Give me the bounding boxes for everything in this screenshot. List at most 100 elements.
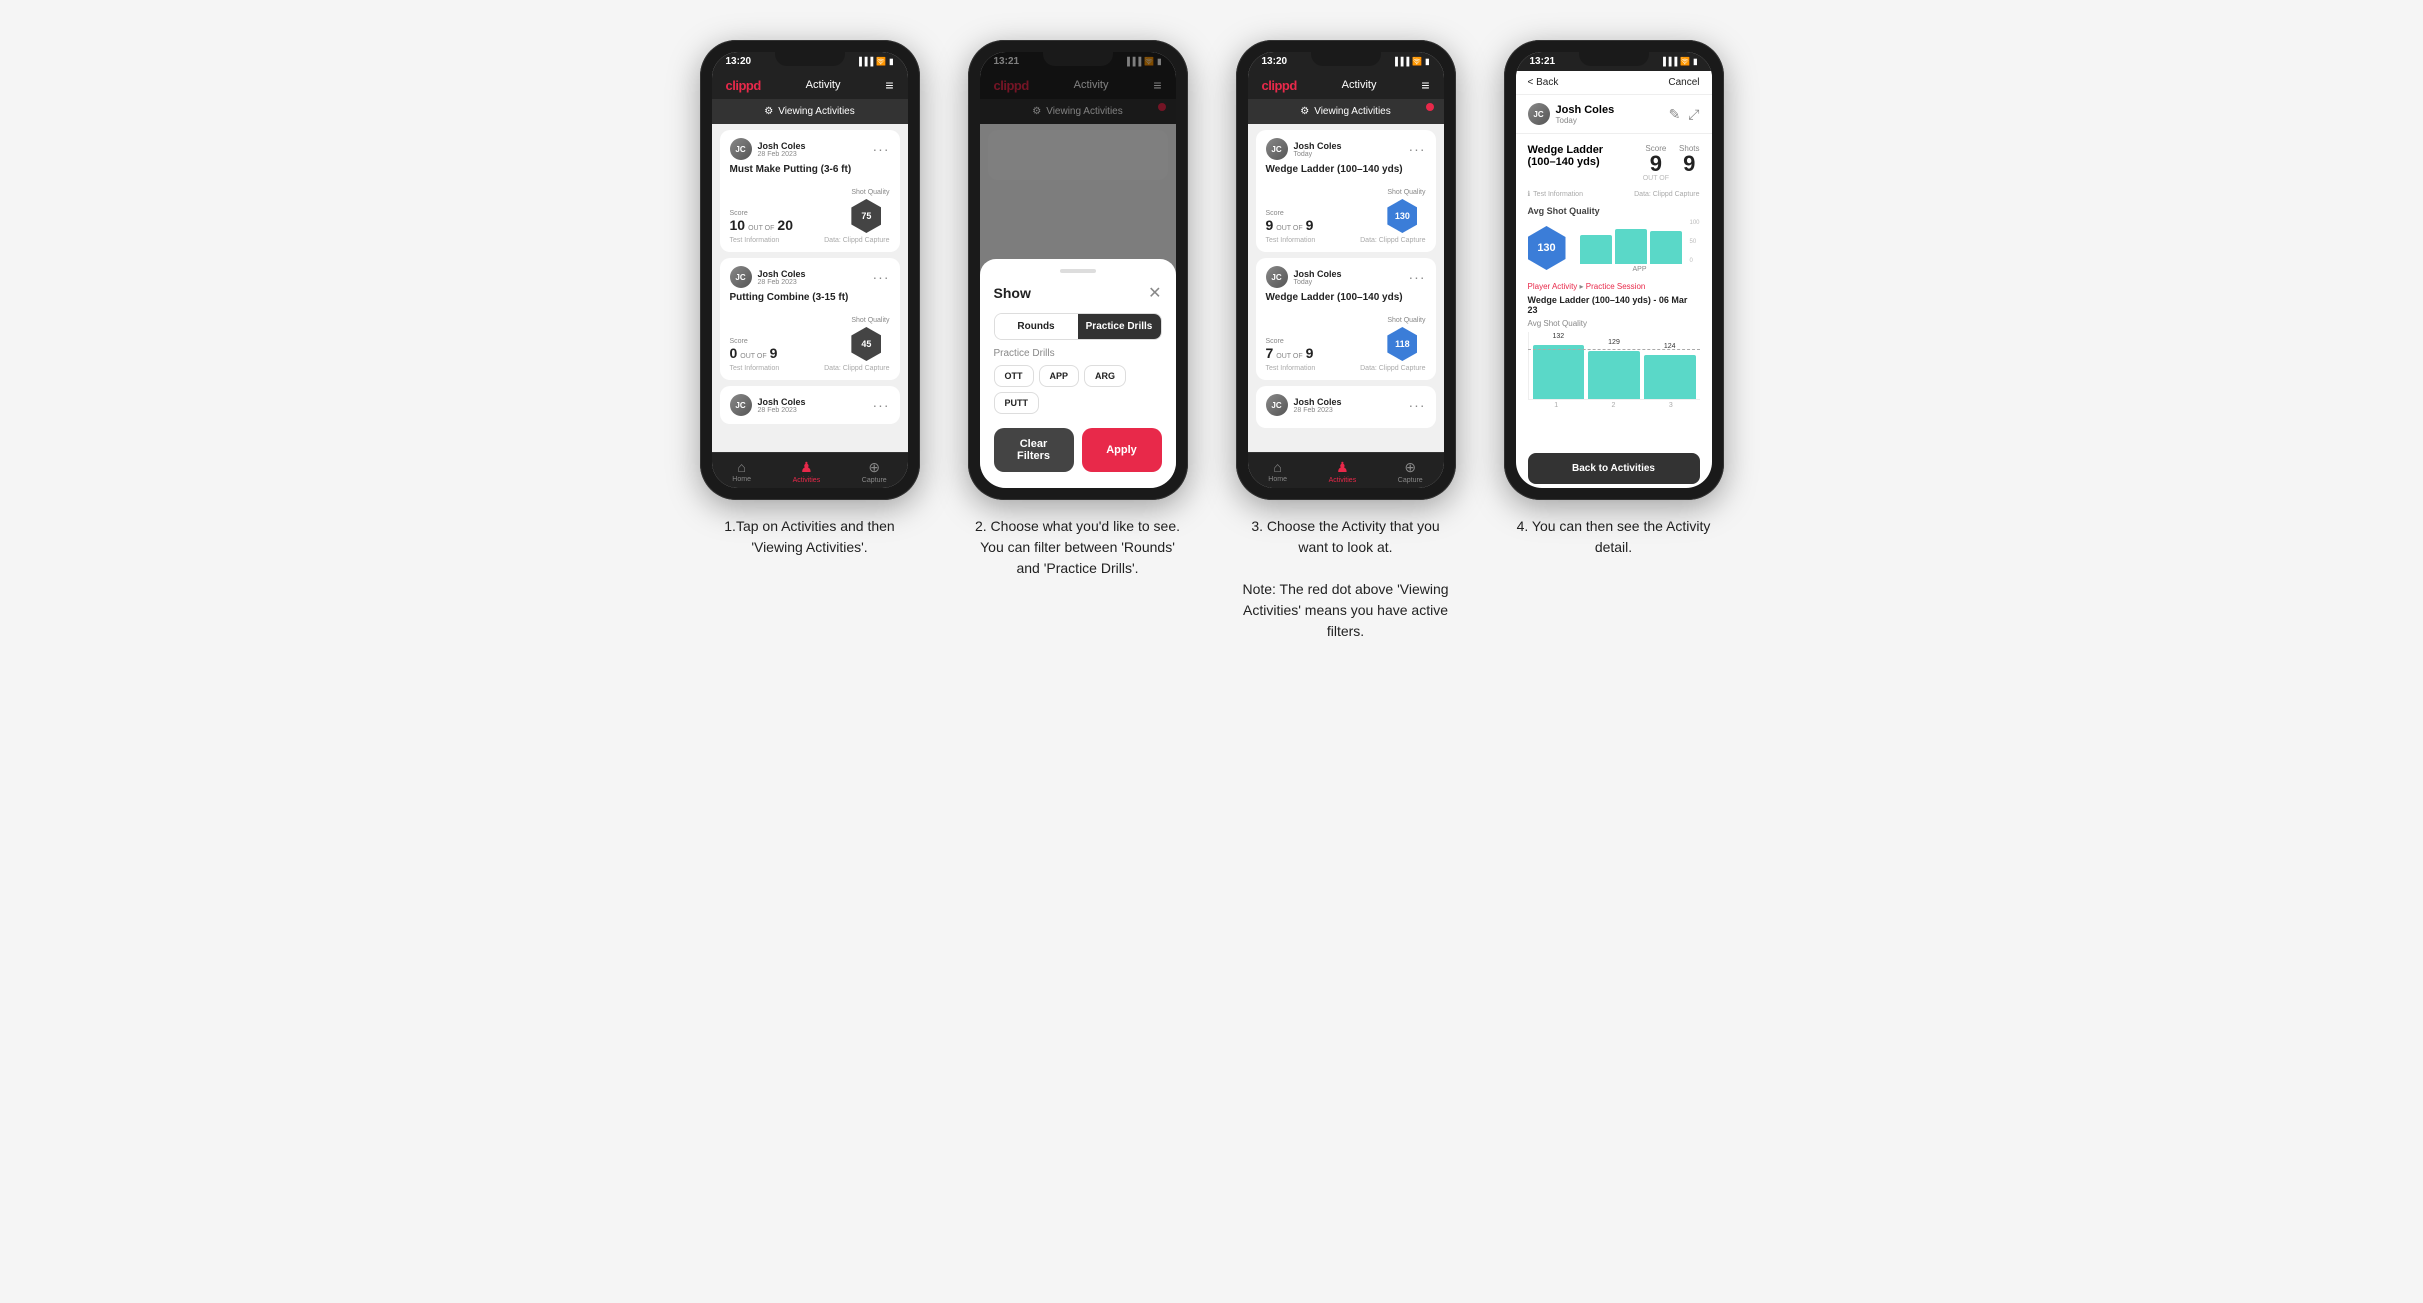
nav-home-1[interactable]: ⌂ Home [732, 459, 751, 484]
signal-icon-3: ▐▐▐ [1392, 57, 1409, 66]
back-btn-4[interactable]: < Back [1528, 77, 1559, 88]
chart-y-axis-4: 100 50 0 [1689, 220, 1699, 264]
card-header-1-2: JC Josh Coles 28 Feb 2023 ··· [730, 266, 890, 288]
card-footer-1-1: Test Information Data: Clippd Capture [730, 237, 890, 244]
card-stats-1-2: Score 0 OUT OF 9 Shot Quality 4 [730, 309, 890, 361]
card-3-1[interactable]: JC Josh Coles Today ··· Wedge Ladder (10… [1256, 130, 1436, 252]
caption-1: 1.Tap on Activities and then 'Viewing Ac… [700, 516, 920, 558]
sq-badge-1-1: 75 [851, 199, 881, 233]
home-icon-1: ⌂ [737, 459, 745, 475]
card-title-1-1: Must Make Putting (3-6 ft) [730, 164, 890, 175]
chart-bar-4-2 [1615, 229, 1647, 264]
phone-col-4: 13:21 ▐▐▐ 🛜 ▮ < Back Cancel J [1494, 40, 1734, 558]
status-icons-4: ▐▐▐ 🛜 ▮ [1660, 57, 1697, 66]
detail-drill-name-4: Wedge Ladder (100–140 yds) [1528, 144, 1628, 168]
viewing-activities-bar-3[interactable]: ⚙ Viewing Activities [1248, 99, 1444, 124]
phone-col-3: 13:20 ▐▐▐ 🛜 ▮ clippd Activity ≡ ⚙ [1226, 40, 1466, 642]
chip-ott-2[interactable]: OTT [994, 365, 1034, 387]
user-info-3-2: Josh Coles Today [1294, 269, 1342, 286]
practice-btn-2[interactable]: Practice Drills [1078, 314, 1161, 339]
notch-4 [1579, 52, 1649, 66]
card-dots-3-3[interactable]: ··· [1409, 397, 1426, 413]
cancel-btn-4[interactable]: Cancel [1668, 77, 1699, 88]
detail-title-row-4: Wedge Ladder (100–140 yds) Score 9 OUT O… [1528, 144, 1700, 182]
clear-filters-btn-2[interactable]: Clear Filters [994, 428, 1074, 472]
apply-btn-2[interactable]: Apply [1082, 428, 1162, 472]
card-1-3[interactable]: JC Josh Coles 28 Feb 2023 ··· [720, 386, 900, 424]
nav-activities-1[interactable]: ♟ Activities [793, 459, 821, 484]
avatar-1-3: JC [730, 394, 752, 416]
chip-arg-2[interactable]: ARG [1084, 365, 1126, 387]
filter-close-btn-2[interactable]: ✕ [1148, 283, 1161, 303]
chart-bar-4-1 [1580, 235, 1612, 264]
nav-capture-3[interactable]: ⊕ Capture [1398, 459, 1423, 484]
nav-activities-3[interactable]: ♟ Activities [1329, 459, 1357, 484]
content-area-3: JC Josh Coles Today ··· Wedge Ladder (10… [1248, 124, 1444, 452]
battery-icon-1: ▮ [889, 57, 893, 66]
drill-sub-header-4: Wedge Ladder (100–140 yds) - 06 Mar 23 [1528, 295, 1700, 315]
avatar-1-2: JC [730, 266, 752, 288]
chart-bar-4-3 [1650, 231, 1682, 264]
card-1-2[interactable]: JC Josh Coles 28 Feb 2023 ··· Putting Co… [720, 258, 900, 380]
phone-shell-2: 13:21 ▐▐▐ 🛜 ▮ clippd Activity ≡ ⚙ [968, 40, 1188, 500]
caption-3: 3. Choose the Activity that you want to … [1236, 516, 1456, 642]
expand-icon-4[interactable]: ⤢ [1688, 106, 1699, 123]
red-dot-3 [1426, 103, 1434, 111]
detail-content-4: Wedge Ladder (100–140 yds) Score 9 OUT O… [1516, 134, 1712, 447]
signal-icon-1: ▐▐▐ [856, 57, 873, 66]
status-time-1: 13:20 [726, 56, 752, 67]
avg-badge-4: 130 [1528, 226, 1566, 270]
card-dots-3-2[interactable]: ··· [1409, 269, 1426, 285]
card-header-3-2: JC Josh Coles Today ··· [1266, 266, 1426, 288]
menu-icon-1[interactable]: ≡ [885, 77, 893, 93]
phones-row: 13:20 ▐▐▐ 🛜 ▮ clippd Activity ≡ ⚙ [690, 40, 1734, 642]
chip-putt-2[interactable]: PUTT [994, 392, 1040, 414]
card-title-1-2: Putting Combine (3-15 ft) [730, 292, 890, 303]
bottom-nav-1: ⌂ Home ♟ Activities ⊕ Capture [712, 452, 908, 488]
session-label-4: Player Activity ▸ Practice Session [1528, 282, 1700, 291]
avg-sub-label-4: Avg Shot Quality [1528, 319, 1700, 328]
chip-app-2[interactable]: APP [1039, 365, 1080, 387]
card-dots-3-1[interactable]: ··· [1409, 141, 1426, 157]
back-to-activities-btn-4[interactable]: Back to Activities [1528, 453, 1700, 484]
avatar-3-1: JC [1266, 138, 1288, 160]
home-icon-3: ⌂ [1273, 459, 1281, 475]
card-dots-1-2[interactable]: ··· [873, 269, 890, 285]
card-stats-3-1: Score 9 OUT OF 9 Shot Quality 1 [1266, 181, 1426, 233]
signal-icon-4: ▐▐▐ [1660, 57, 1677, 66]
card-dots-1-1[interactable]: ··· [873, 141, 890, 157]
sq-group-3-2: Shot Quality 118 [1387, 309, 1425, 361]
capture-icon-1: ⊕ [868, 459, 880, 476]
sq-badge-3-1: 130 [1387, 199, 1417, 233]
edit-icon-4[interactable]: ✎ [1669, 106, 1681, 123]
info-right-3-2: Data: Clippd Capture [1360, 365, 1425, 372]
card-1-1[interactable]: JC Josh Coles 28 Feb 2023 ··· Must Make … [720, 130, 900, 252]
filter-handle-2 [1060, 269, 1096, 273]
viewing-label-1: ⚙ Viewing Activities [764, 106, 855, 117]
rounds-btn-2[interactable]: Rounds [995, 314, 1078, 339]
bar-chart-4: 132 129 124 [1528, 332, 1700, 400]
nav-home-3[interactable]: ⌂ Home [1268, 459, 1287, 484]
sq-group-1-1: Shot Quality 75 [851, 181, 889, 233]
filter-toggle-group-2: Rounds Practice Drills [994, 313, 1162, 340]
info-right-3-1: Data: Clippd Capture [1360, 237, 1425, 244]
notch-3 [1311, 52, 1381, 66]
nav-capture-1[interactable]: ⊕ Capture [862, 459, 887, 484]
nav-bar-1: clippd Activity ≡ [712, 71, 908, 99]
phone-screen-1: 13:20 ▐▐▐ 🛜 ▮ clippd Activity ≡ ⚙ [712, 52, 908, 488]
score-group-1-1: Score 10 OUT OF 20 [730, 210, 793, 233]
user-info-3-1: Josh Coles Today [1294, 141, 1342, 158]
sq-group-1-2: Shot Quality 45 [851, 309, 889, 361]
viewing-label-3: ⚙ Viewing Activities [1300, 106, 1391, 117]
status-time-3: 13:20 [1262, 56, 1288, 67]
detail-user-row-4: JC Josh Coles Today ✎ ⤢ [1516, 95, 1712, 134]
card-dots-1-3[interactable]: ··· [873, 397, 890, 413]
wifi-icon-4: 🛜 [1680, 57, 1690, 66]
menu-icon-3[interactable]: ≡ [1421, 77, 1429, 93]
chart-bars-4 [1580, 220, 1700, 264]
card-footer-3-1: Test Information Data: Clippd Capture [1266, 237, 1426, 244]
card-3-2[interactable]: JC Josh Coles Today ··· Wedge Ladder (10… [1256, 258, 1436, 380]
detail-user-date-4: Today [1556, 116, 1615, 125]
viewing-activities-bar-1[interactable]: ⚙ Viewing Activities [712, 99, 908, 124]
card-3-3[interactable]: JC Josh Coles 28 Feb 2023 ··· [1256, 386, 1436, 428]
